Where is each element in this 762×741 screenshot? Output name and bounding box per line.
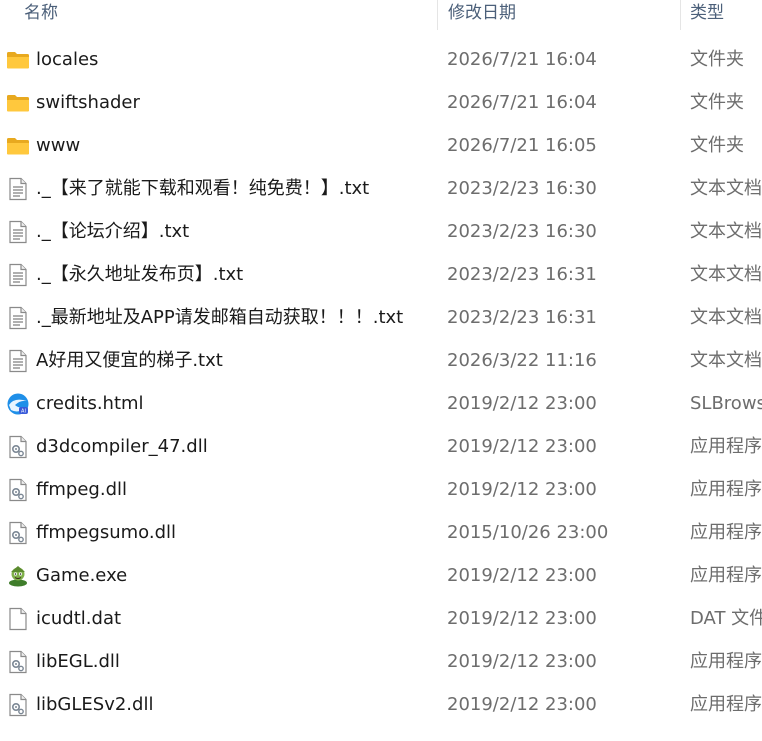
file-type: 应用程序扩展 bbox=[690, 522, 762, 543]
file-type: 文本文档 bbox=[690, 221, 762, 242]
file-row[interactable]: swiftshader 2026/7/21 16:04 文件夹 bbox=[0, 81, 762, 124]
folder-icon bbox=[6, 134, 30, 158]
file-name: ._【永久地址发布页】.txt bbox=[36, 264, 244, 285]
file-row[interactable]: AI credits.html 2019/2/12 23:00 SLBrowser bbox=[0, 382, 762, 425]
file-modified-date: 2019/2/12 23:00 bbox=[447, 694, 597, 715]
file-name: www bbox=[36, 135, 81, 156]
file-modified-date: 2023/2/23 16:30 bbox=[447, 178, 597, 199]
file-modified-date: 2023/2/23 16:31 bbox=[447, 307, 597, 328]
text-file-icon bbox=[6, 220, 30, 244]
file-row[interactable]: www 2026/7/21 16:05 文件夹 bbox=[0, 124, 762, 167]
dll-file-icon bbox=[6, 693, 30, 717]
file-row[interactable]: icudtl.dat 2019/2/12 23:00 DAT 文件 bbox=[0, 597, 762, 640]
file-name: ffmpeg.dll bbox=[36, 479, 128, 500]
file-name: libGLESv2.dll bbox=[36, 694, 154, 715]
file-type: 文本文档 bbox=[690, 307, 762, 328]
file-type: 文本文档 bbox=[690, 264, 762, 285]
file-row[interactable]: libEGL.dll 2019/2/12 23:00 应用程序扩展 bbox=[0, 640, 762, 683]
file-type: 文件夹 bbox=[690, 92, 744, 113]
file-modified-date: 2023/2/23 16:30 bbox=[447, 221, 597, 242]
dll-file-icon bbox=[6, 435, 30, 459]
file-name: ._【论坛介绍】.txt bbox=[36, 221, 190, 242]
file-type: 应用程序扩展 bbox=[690, 436, 762, 457]
column-divider[interactable] bbox=[437, 0, 438, 30]
file-modified-date: 2019/2/12 23:00 bbox=[447, 436, 597, 457]
file-row[interactable]: A好用又便宜的梯子.txt 2026/3/22 11:16 文本文档 bbox=[0, 339, 762, 382]
file-name: ffmpegsumo.dll bbox=[36, 522, 177, 543]
file-name: credits.html bbox=[36, 393, 144, 414]
file-type: 应用程序扩展 bbox=[690, 694, 762, 715]
game-exe-icon bbox=[6, 564, 30, 588]
dll-file-icon bbox=[6, 478, 30, 502]
file-name: d3dcompiler_47.dll bbox=[36, 436, 208, 457]
file-row[interactable]: Game.exe 2019/2/12 23:00 应用程序 bbox=[0, 554, 762, 597]
file-modified-date: 2019/2/12 23:00 bbox=[447, 479, 597, 500]
file-name: ._最新地址及APP请发邮箱自动获取！！！.txt bbox=[36, 307, 404, 328]
file-type: 文件夹 bbox=[690, 135, 744, 156]
file-modified-date: 2019/2/12 23:00 bbox=[447, 651, 597, 672]
file-name: A好用又便宜的梯子.txt bbox=[36, 350, 223, 371]
file-type: 应用程序 bbox=[690, 565, 762, 586]
column-header: 名称 修改日期 类型 bbox=[0, 0, 762, 30]
file-name: ._【来了就能下载和观看！纯免费！】.txt bbox=[36, 178, 370, 199]
file-row[interactable]: d3dcompiler_47.dll 2019/2/12 23:00 应用程序扩展 bbox=[0, 425, 762, 468]
file-row[interactable]: libGLESv2.dll 2019/2/12 23:00 应用程序扩展 bbox=[0, 683, 762, 726]
file-type: 文件夹 bbox=[690, 49, 744, 70]
file-type: DAT 文件 bbox=[690, 608, 762, 629]
file-row[interactable]: ._最新地址及APP请发邮箱自动获取！！！.txt 2023/2/23 16:31… bbox=[0, 296, 762, 339]
file-row[interactable]: ffmpegsumo.dll 2015/10/26 23:00 应用程序扩展 bbox=[0, 511, 762, 554]
dll-file-icon bbox=[6, 521, 30, 545]
file-modified-date: 2023/2/23 16:31 bbox=[447, 264, 597, 285]
file-type: 文本文档 bbox=[690, 178, 762, 199]
text-file-icon bbox=[6, 177, 30, 201]
file-name: libEGL.dll bbox=[36, 651, 120, 672]
file-modified-date: 2026/7/21 16:04 bbox=[447, 92, 597, 113]
file-type: SLBrowser bbox=[690, 393, 762, 414]
column-header-date[interactable]: 修改日期 bbox=[448, 0, 516, 30]
dll-file-icon bbox=[6, 650, 30, 674]
file-row[interactable]: locales 2026/7/21 16:04 文件夹 bbox=[0, 38, 762, 81]
browser-icon: AI bbox=[6, 392, 30, 416]
text-file-icon bbox=[6, 306, 30, 330]
file-name: icudtl.dat bbox=[36, 608, 122, 629]
file-modified-date: 2026/7/21 16:04 bbox=[447, 49, 597, 70]
file-type: 应用程序扩展 bbox=[690, 651, 762, 672]
file-modified-date: 2019/2/12 23:00 bbox=[447, 393, 597, 414]
file-modified-date: 2026/3/22 11:16 bbox=[447, 350, 597, 371]
column-header-type[interactable]: 类型 bbox=[690, 0, 724, 30]
file-list: locales 2026/7/21 16:04 文件夹 swiftshader 2026… bbox=[0, 38, 762, 726]
file-type: 文本文档 bbox=[690, 350, 762, 371]
file-row[interactable]: ._【永久地址发布页】.txt 2023/2/23 16:31 文本文档 bbox=[0, 253, 762, 296]
file-row[interactable]: ._【论坛介绍】.txt 2023/2/23 16:30 文本文档 bbox=[0, 210, 762, 253]
blank-file-icon bbox=[6, 607, 30, 631]
file-name: locales bbox=[36, 49, 99, 70]
column-header-name[interactable]: 名称 bbox=[24, 0, 58, 30]
file-modified-date: 2026/7/21 16:05 bbox=[447, 135, 597, 156]
text-file-icon bbox=[6, 349, 30, 373]
file-type: 应用程序扩展 bbox=[690, 479, 762, 500]
folder-icon bbox=[6, 91, 30, 115]
file-modified-date: 2019/2/12 23:00 bbox=[447, 608, 597, 629]
file-row[interactable]: ffmpeg.dll 2019/2/12 23:00 应用程序扩展 bbox=[0, 468, 762, 511]
file-modified-date: 2015/10/26 23:00 bbox=[447, 522, 609, 543]
file-name: swiftshader bbox=[36, 92, 140, 113]
folder-icon bbox=[6, 48, 30, 72]
column-divider[interactable] bbox=[680, 0, 681, 30]
text-file-icon bbox=[6, 263, 30, 287]
file-row[interactable]: ._【来了就能下载和观看！纯免费！】.txt 2023/2/23 16:30 文本文… bbox=[0, 167, 762, 210]
file-explorer: 名称 修改日期 类型 locales 2026/7/21 16:04 文件夹 swif… bbox=[0, 0, 762, 741]
file-name: Game.exe bbox=[36, 565, 128, 586]
file-modified-date: 2019/2/12 23:00 bbox=[447, 565, 597, 586]
svg-text:AI: AI bbox=[21, 409, 26, 415]
